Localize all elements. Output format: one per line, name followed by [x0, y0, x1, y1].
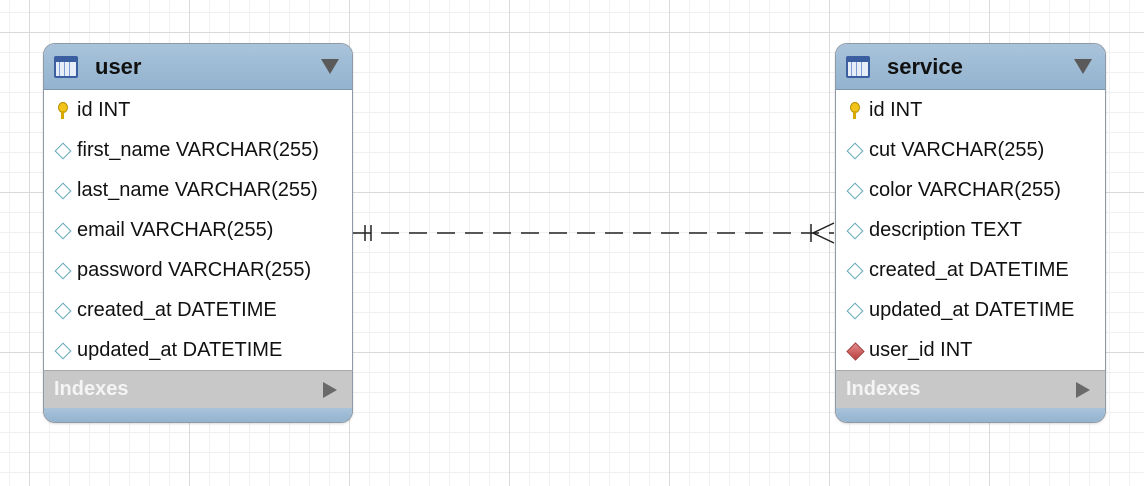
diagram-canvas[interactable]: user id INT first_name VARCHAR(255) last… [0, 0, 1144, 486]
relationship-connector[interactable] [0, 0, 1144, 486]
